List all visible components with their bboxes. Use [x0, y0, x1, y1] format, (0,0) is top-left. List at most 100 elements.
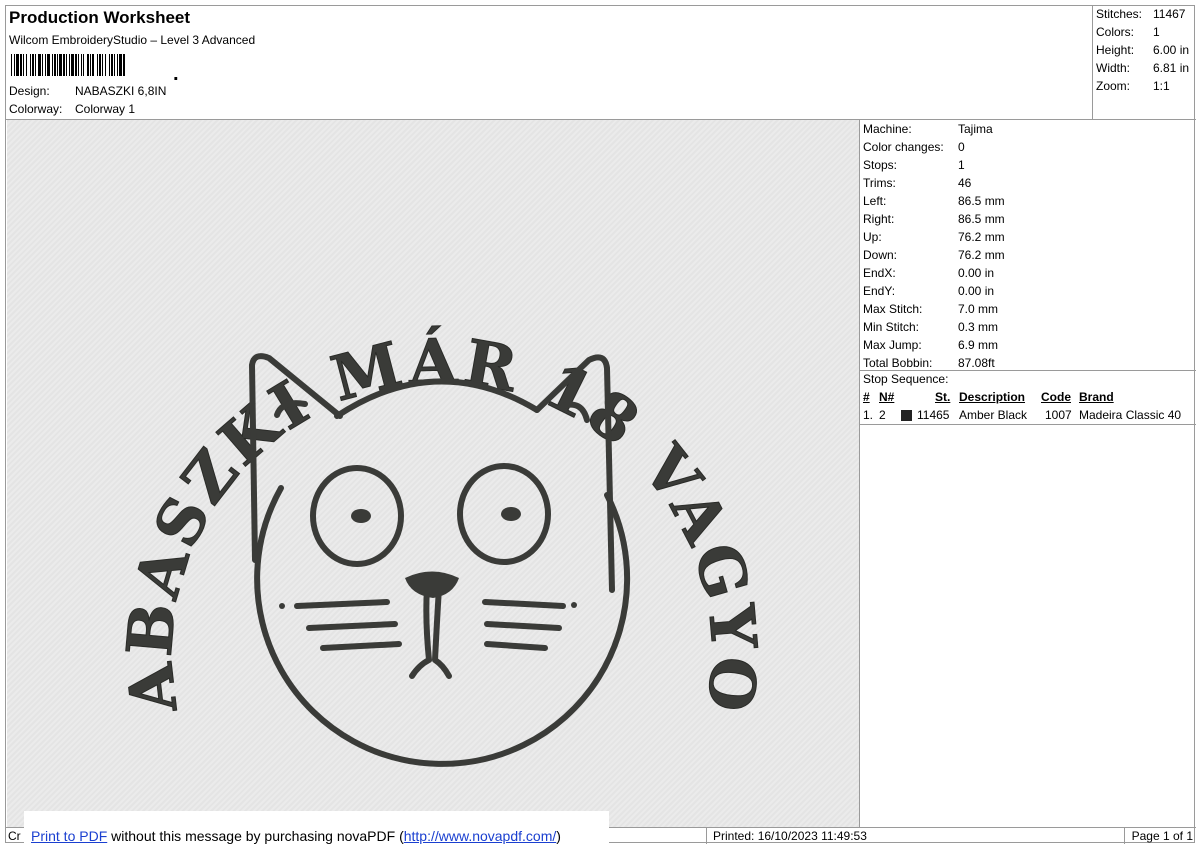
footer-divider-line	[1124, 828, 1125, 844]
panel-divider	[859, 120, 860, 828]
info-label: Up:	[863, 230, 882, 244]
info-row: Max Jump: 6.9 mm	[863, 338, 998, 356]
pdf-watermark-note: Print to PDF without this message by pur…	[24, 811, 609, 844]
summary-panel: Stitches: 11467 Colors: 1 Height: 6.00 in W…	[1092, 6, 1196, 119]
info-row: Down: 76.2 mm	[863, 248, 1005, 266]
cat-right-pupil	[501, 507, 521, 521]
info-divider	[860, 370, 1196, 371]
info-label: Down:	[863, 248, 898, 262]
info-value: 76.2 mm	[958, 248, 1005, 262]
info-row: EndY: 0.00 in	[863, 284, 994, 302]
info-row: Up: 76.2 mm	[863, 230, 1005, 248]
pdf-message-text: without this message by purchasing novaP…	[107, 828, 404, 844]
cat-whisker	[294, 599, 390, 609]
info-label: Trims:	[863, 176, 896, 190]
cell-code: 1007	[1045, 408, 1072, 422]
info-label: Total Bobbin:	[863, 356, 933, 370]
col-header-code: Code	[1041, 390, 1071, 404]
barcode-image: ,	[11, 54, 179, 80]
cat-nose	[405, 571, 459, 598]
summary-row: Stitches: 11467	[1096, 7, 1185, 25]
cat-left-pupil	[351, 509, 371, 523]
software-name: Wilcom EmbroideryStudio – Level 3 Advanc…	[9, 33, 256, 47]
arc-text: NABASZKI MÁR 18 VAGYOK	[7, 120, 771, 719]
info-value: Tajima	[958, 122, 993, 136]
cell-description: Amber Black	[959, 408, 1028, 422]
summary-value: 1	[1153, 25, 1160, 39]
cat-whisker	[482, 599, 566, 609]
footer-cr: Cr	[8, 829, 21, 843]
info-value: 6.9 mm	[958, 338, 999, 352]
info-label: Right:	[863, 212, 895, 226]
cat-nose-line	[409, 585, 432, 679]
embroidery-design: NABASZKI MÁR 18 VAGYOK	[7, 120, 771, 767]
cat-whisker-dot	[571, 602, 577, 608]
page-number: Page 1 of 1	[1131, 829, 1193, 843]
summary-row: Zoom: 1:1	[1096, 79, 1170, 97]
col-header-n: N#	[879, 390, 895, 404]
col-header-st: St.	[935, 390, 951, 404]
summary-row: Height: 6.00 in	[1096, 43, 1189, 61]
cat-whisker	[320, 641, 402, 651]
color-swatch	[901, 410, 912, 421]
info-value: 0	[958, 140, 965, 154]
novapdf-url-link[interactable]: http://www.novapdf.com/	[404, 828, 557, 844]
info-label: EndY:	[863, 284, 896, 298]
info-value: 87.08ft	[958, 356, 995, 370]
arc-text-path: NABASZKI MÁR 18 VAGYOK	[7, 120, 768, 719]
colorway-value: Colorway 1	[75, 102, 136, 116]
summary-value: 1:1	[1153, 79, 1170, 93]
info-row: Left: 86.5 mm	[863, 194, 1005, 212]
worksheet-header: Production Worksheet Wilcom EmbroiderySt…	[6, 6, 1092, 119]
cat-whisker	[306, 621, 398, 631]
col-header-num: #	[863, 390, 870, 404]
design-label: Design:	[9, 84, 50, 98]
colorway-label: Colorway:	[9, 102, 63, 116]
design-value: NABASZKI 6,8IN	[75, 84, 167, 98]
summary-row: Colors: 1	[1096, 25, 1160, 43]
info-label: Machine:	[863, 122, 912, 136]
col-header-brand: Brand	[1079, 390, 1114, 404]
stop-sequence-title: Stop Sequence:	[863, 372, 949, 386]
summary-value: 6.81 in	[1153, 61, 1190, 75]
cat-whisker	[484, 641, 548, 651]
cell-n: 2	[879, 408, 886, 422]
info-value: 86.5 mm	[958, 194, 1005, 208]
info-value: 7.0 mm	[958, 302, 999, 316]
info-value: 1	[958, 158, 965, 172]
info-label: Color changes:	[863, 140, 944, 154]
summary-label: Width:	[1096, 61, 1131, 75]
info-value: 0.00 in	[958, 284, 995, 298]
page-title: Production Worksheet	[9, 8, 191, 27]
info-label: EndX:	[863, 266, 896, 280]
cat-whisker-dot	[279, 603, 285, 609]
info-label: Stops:	[863, 158, 898, 172]
pdf-message: Print to PDF without this message by pur…	[31, 828, 561, 844]
pdf-message-close: )	[556, 828, 561, 844]
info-row: Min Stitch: 0.3 mm	[863, 320, 998, 338]
info-label: Max Stitch:	[863, 302, 923, 316]
cell-num: 1.	[863, 408, 874, 422]
print-to-pdf-link[interactable]: Print to PDF	[31, 828, 107, 844]
info-label: Left:	[863, 194, 887, 208]
printed-timestamp: Printed: 16/10/2023 11:49:53	[713, 829, 867, 843]
summary-row: Width: 6.81 in	[1096, 61, 1189, 79]
worksheet-frame: Production Worksheet Wilcom EmbroiderySt…	[5, 5, 1196, 844]
design-row: Design: NABASZKI 6,8IN	[9, 84, 166, 98]
summary-label: Colors:	[1096, 25, 1135, 39]
cell-brand: Madeira Classic 40	[1079, 408, 1182, 422]
cat-whisker	[484, 621, 562, 631]
info-value: 0.00 in	[958, 266, 995, 280]
table-divider	[860, 424, 1196, 425]
summary-label: Stitches:	[1096, 7, 1143, 21]
summary-value: 6.00 in	[1153, 43, 1190, 57]
info-label: Max Jump:	[863, 338, 922, 352]
info-row: Max Stitch: 7.0 mm	[863, 302, 998, 320]
info-row: Right: 86.5 mm	[863, 212, 1005, 230]
cat-mouth-right	[432, 585, 452, 679]
design-preview: NABASZKI MÁR 18 VAGYOK	[7, 120, 859, 828]
col-header-description: Description	[959, 390, 1026, 404]
info-value: 86.5 mm	[958, 212, 1005, 226]
info-row: Stops: 1	[863, 158, 965, 176]
summary-label: Zoom:	[1096, 79, 1131, 93]
